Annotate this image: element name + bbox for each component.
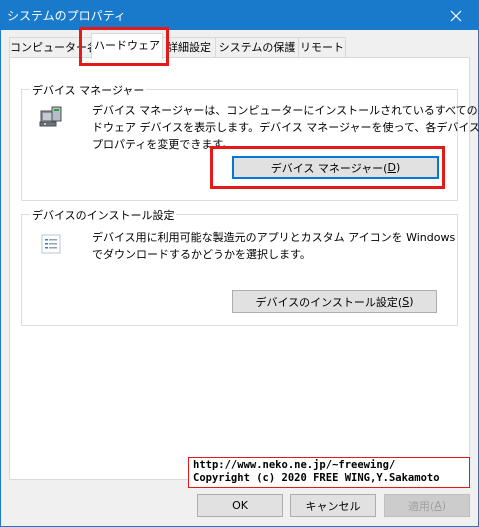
device-manager-button[interactable]: デバイス マネージャー(D) bbox=[232, 156, 439, 179]
button-label: デバイスのインストール設定( bbox=[255, 295, 403, 309]
button-suffix: ) bbox=[441, 499, 447, 512]
tab-label: コンピューター名 bbox=[10, 41, 92, 54]
tab-label: ハードウェア bbox=[94, 39, 160, 52]
close-button[interactable] bbox=[434, 1, 478, 30]
button-label: デバイス マネージャー( bbox=[270, 161, 388, 175]
tab-advanced[interactable]: 詳細設定 bbox=[162, 37, 216, 57]
device-manager-icon bbox=[39, 106, 62, 127]
system-properties-window: システムのプロパティ コンピューター名 ハードウェア 詳細設定 システムの保護 … bbox=[0, 0, 479, 527]
tab-computer-name[interactable]: コンピューター名 bbox=[9, 37, 92, 57]
device-manager-description: デバイス マネージャーは、コンピューターにインストールされているすべてのハー ド… bbox=[92, 102, 479, 153]
ok-button[interactable]: OK bbox=[197, 494, 283, 517]
install-settings-description: デバイス用に利用可能な製造元のアプリとカスタム アイコンを Windows でダ… bbox=[92, 229, 455, 263]
group-label: デバイス マネージャー bbox=[30, 82, 147, 98]
tab-label: 詳細設定 bbox=[167, 41, 211, 54]
copyright-watermark: http://www.neko.ne.jp/~freewing/ Copyrig… bbox=[188, 457, 470, 488]
description-line: デバイス用に利用可能な製造元のアプリとカスタム アイコンを Windows bbox=[92, 231, 456, 244]
button-label: 適用( bbox=[407, 499, 435, 513]
group-label: デバイスのインストール設定 bbox=[30, 207, 177, 223]
description-line: プロパティを変更できます。 bbox=[92, 138, 234, 151]
tab-hardware[interactable]: ハードウェア bbox=[91, 33, 163, 59]
tab-label: システムの保護 bbox=[218, 41, 296, 54]
button-accelerator: D bbox=[387, 161, 396, 174]
hardware-panel: デバイス マネージャー デバイス マネージャーは、コンピューターにインストールさ… bbox=[9, 57, 479, 480]
button-label: キャンセル bbox=[305, 499, 361, 513]
button-suffix: ) bbox=[395, 161, 401, 174]
button-accelerator: A bbox=[434, 499, 442, 512]
watermark-copyright: Copyright (c) 2020 FREE WING,Y.Sakamoto bbox=[193, 472, 440, 484]
button-suffix: ) bbox=[409, 295, 414, 308]
tab-remote[interactable]: リモート bbox=[298, 37, 346, 57]
close-icon bbox=[450, 10, 462, 21]
tab-label: リモート bbox=[300, 41, 344, 54]
cancel-button[interactable]: キャンセル bbox=[290, 494, 376, 517]
apply-button[interactable]: 適用(A) bbox=[384, 494, 470, 517]
device-install-settings-button[interactable]: デバイスのインストール設定(S) bbox=[232, 290, 437, 313]
description-line: ドウェア デバイスを表示します。デバイス マネージャーを使って、各デバイスの bbox=[92, 121, 479, 134]
button-accelerator: S bbox=[402, 295, 410, 308]
title-bar[interactable]: システムのプロパティ bbox=[1, 1, 478, 30]
tab-system-protection[interactable]: システムの保護 bbox=[215, 37, 299, 57]
device-manager-group: デバイス マネージャー デバイス マネージャーは、コンピューターにインストールさ… bbox=[21, 82, 479, 201]
device-install-settings-group: デバイスのインストール設定 デバイス用に利用可能な製造元のアプリとカスタム アイ… bbox=[21, 207, 458, 326]
watermark-url: http://www.neko.ne.jp/~freewing/ bbox=[193, 459, 396, 471]
button-label: OK bbox=[232, 499, 248, 512]
description-line: デバイス マネージャーは、コンピューターにインストールされているすべてのハー bbox=[92, 104, 479, 117]
window-title: システムのプロパティ bbox=[7, 9, 126, 23]
description-line: でダウンロードするかどうかを選択します。 bbox=[92, 248, 311, 261]
settings-list-icon bbox=[41, 234, 61, 254]
